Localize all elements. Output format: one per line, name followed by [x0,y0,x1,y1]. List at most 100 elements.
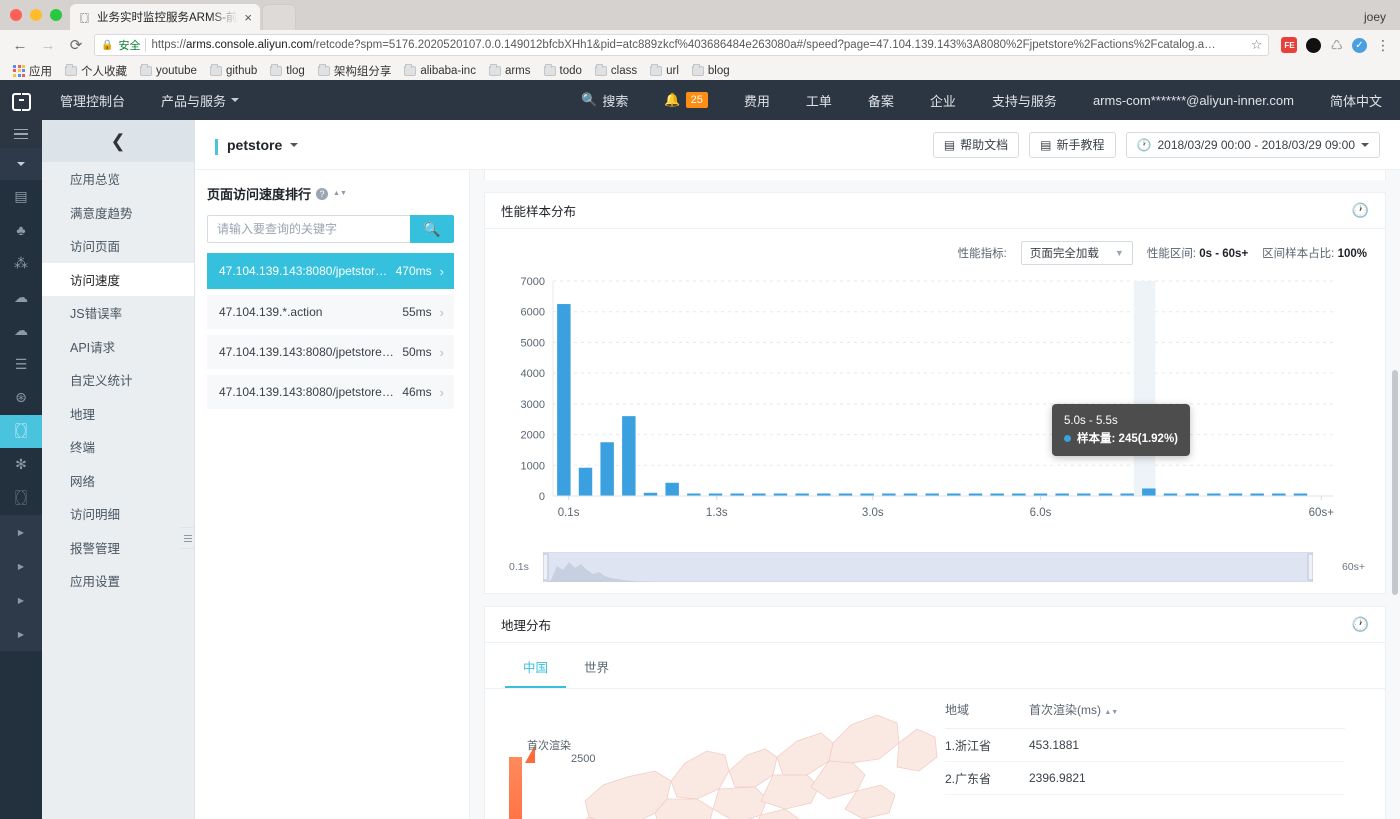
forward-button[interactable]: → [38,37,58,54]
clock-icon[interactable]: 🕐 [1352,616,1369,633]
rail-icon-arms[interactable]: 〖〗 [0,415,42,449]
fe-extension-icon[interactable]: FE [1281,37,1297,53]
bookmark-item[interactable]: todo [539,64,587,78]
list-item[interactable]: 47.104.139.*.action 55ms › [207,295,454,329]
rail-icon-globe[interactable]: ⊛ [0,381,42,415]
address-bar[interactable]: 🔒 安全 https://arms.console.aliyun.com/ret… [94,34,1269,56]
date-range-picker[interactable]: 🕐 2018/03/29 00:00 - 2018/03/29 09:00 [1126,132,1380,158]
bookmark-item[interactable]: alibaba-inc [399,64,481,78]
help-icon[interactable]: ? [316,188,328,200]
rail-expand-4[interactable]: ▶ [0,617,42,651]
help-doc-button[interactable]: ▤ 帮助文档 [933,132,1019,158]
bookmark-item[interactable]: 个人收藏 [60,62,132,80]
nav-products[interactable]: 产品与服务 [143,80,257,120]
bookmark-item[interactable]: arms [484,64,536,78]
rail-expand-1[interactable]: ▶ [0,515,42,549]
performance-histogram[interactable]: 01000200030004000500060007000 0.1s1.3s3.… [495,271,1375,551]
bookmark-item[interactable]: url [645,64,684,78]
rail-icon-shield[interactable]: ♣ [0,214,42,248]
check-blue-extension-icon[interactable]: ✓ [1352,38,1367,53]
circle-black-extension-icon[interactable] [1306,38,1321,53]
minimize-window-button[interactable] [30,9,42,21]
browser-menu-icon[interactable]: ⋮ [1376,38,1390,52]
nav-enterprise[interactable]: 企业 [912,80,974,120]
rail-icon-storage[interactable]: ☰ [0,348,42,382]
sidebar-item-api[interactable]: API请求 [42,330,194,364]
table-row[interactable]: 1.浙江省 453.1881 [945,729,1345,762]
sidebar-item-satisfaction[interactable]: 满意度趋势 [42,196,194,230]
nav-billing[interactable]: 费用 [726,80,788,120]
chart-datazoom[interactable]: 0.1s 60s+ [495,551,1375,585]
nav-console[interactable]: 管理控制台 [42,80,143,120]
list-item[interactable]: 47.104.139.143:8080/jpetstore/actions/c.… [207,375,454,409]
column-first-paint[interactable]: 首次渲染(ms) ▲▼ [1029,701,1189,718]
sidebar-item-visit-detail[interactable]: 访问明细 [42,497,194,531]
sidebar-item-geography[interactable]: 地理 [42,397,194,431]
nav-support[interactable]: 支持与服务 [974,80,1075,120]
browser-tab[interactable]: 〖〗 业务实时监控服务ARMS-前端性 × [70,4,260,30]
window-controls[interactable] [10,9,62,21]
sidebar-item-terminal[interactable]: 终端 [42,430,194,464]
page-scrollbar[interactable] [1391,80,1399,819]
sidebar-item-app-settings[interactable]: 应用设置 [42,564,194,598]
back-button[interactable]: ← [10,37,30,54]
reload-icon[interactable]: ⟳ [66,36,86,54]
scrollbar-thumb[interactable] [1392,370,1398,595]
rail-icon-server[interactable]: ▤ [0,180,42,214]
dashboard-scroll-area[interactable]: 性能样本分布 🕐 性能指标: 页面完全加载 ▼ 性能区间: 0s - 60s+ [470,170,1400,819]
metric-select[interactable]: 页面完全加载 ▼ [1021,241,1133,265]
nav-notifications[interactable]: 🔔 25 [646,80,725,120]
rail-menu-button[interactable] [0,120,42,148]
sort-icon[interactable]: ▲▼ [333,191,347,196]
bookmark-item[interactable]: blog [687,64,735,78]
sidebar-item-custom-stats[interactable]: 自定义统计 [42,363,194,397]
nav-search[interactable]: 🔍 搜索 [563,80,646,120]
search-input[interactable] [207,215,410,243]
aliyun-logo[interactable] [0,93,42,107]
clock-icon[interactable]: 🕐 [1352,202,1369,219]
list-item[interactable]: 47.104.139.143:8080/jpetstore/actions/a.… [207,335,454,369]
sidebar-collapse-button[interactable]: ❮ [42,120,194,162]
rail-icon-network[interactable]: ⁂ [0,247,42,281]
bookmark-item[interactable]: class [590,64,642,78]
rail-icon-monitor[interactable]: 〖〗 [0,482,42,516]
search-button[interactable]: 🔍 [410,215,454,243]
rail-dropdown-button[interactable] [0,148,42,180]
nav-account[interactable]: arms-com*******@aliyun-inner.com [1075,80,1312,120]
bookmark-item[interactable]: youtube [135,64,202,78]
close-window-button[interactable] [10,9,22,21]
tutorial-button[interactable]: ▤ 新手教程 [1029,132,1115,158]
sidebar-item-js-errors[interactable]: JS错误率 [42,296,194,330]
tab-china[interactable]: 中国 [505,643,566,688]
sidebar-item-alarm[interactable]: 报警管理 [42,531,194,565]
rail-icon-analytics[interactable]: ✻ [0,448,42,482]
nav-tickets[interactable]: 工单 [788,80,850,120]
bookmark-star-icon[interactable]: ☆ [1251,37,1263,53]
close-icon[interactable]: × [244,11,252,24]
recycle-extension-icon[interactable]: ♺ [1330,37,1343,54]
sidebar-item-network[interactable]: 网络 [42,464,194,498]
sidebar-item-overview[interactable]: 应用总览 [42,162,194,196]
rail-expand-3[interactable]: ▶ [0,583,42,617]
sidebar-item-speed[interactable]: 访问速度 [42,263,194,297]
browser-profile-name[interactable]: joey [1364,10,1400,30]
new-tab-button[interactable] [262,4,296,30]
bookmark-apps[interactable]: 应用 [8,62,57,80]
maximize-window-button[interactable] [50,9,62,21]
svg-text:0: 0 [539,491,545,503]
panel-collapse-handle[interactable] [181,527,195,549]
rail-icon-cloud[interactable]: ☁ [0,314,42,348]
bookmark-item[interactable]: 架构组分享 [313,62,397,80]
china-map[interactable]: 首次渲染 2500 [485,689,945,819]
rail-icon-cloud-db[interactable]: ☁ [0,281,42,315]
app-selector[interactable]: petstore [215,137,298,153]
tab-world[interactable]: 世界 [566,643,627,688]
nav-language[interactable]: 简体中文 [1312,80,1400,120]
rail-expand-2[interactable]: ▶ [0,549,42,583]
nav-icp[interactable]: 备案 [850,80,912,120]
list-item[interactable]: 47.104.139.143:8080/jpetstore/actions/..… [207,253,454,289]
bookmark-item[interactable]: github [205,64,262,78]
table-row[interactable]: 2.广东省 2396.9821 [945,762,1345,795]
sidebar-item-pages[interactable]: 访问页面 [42,229,194,263]
bookmark-item[interactable]: tlog [265,64,310,78]
